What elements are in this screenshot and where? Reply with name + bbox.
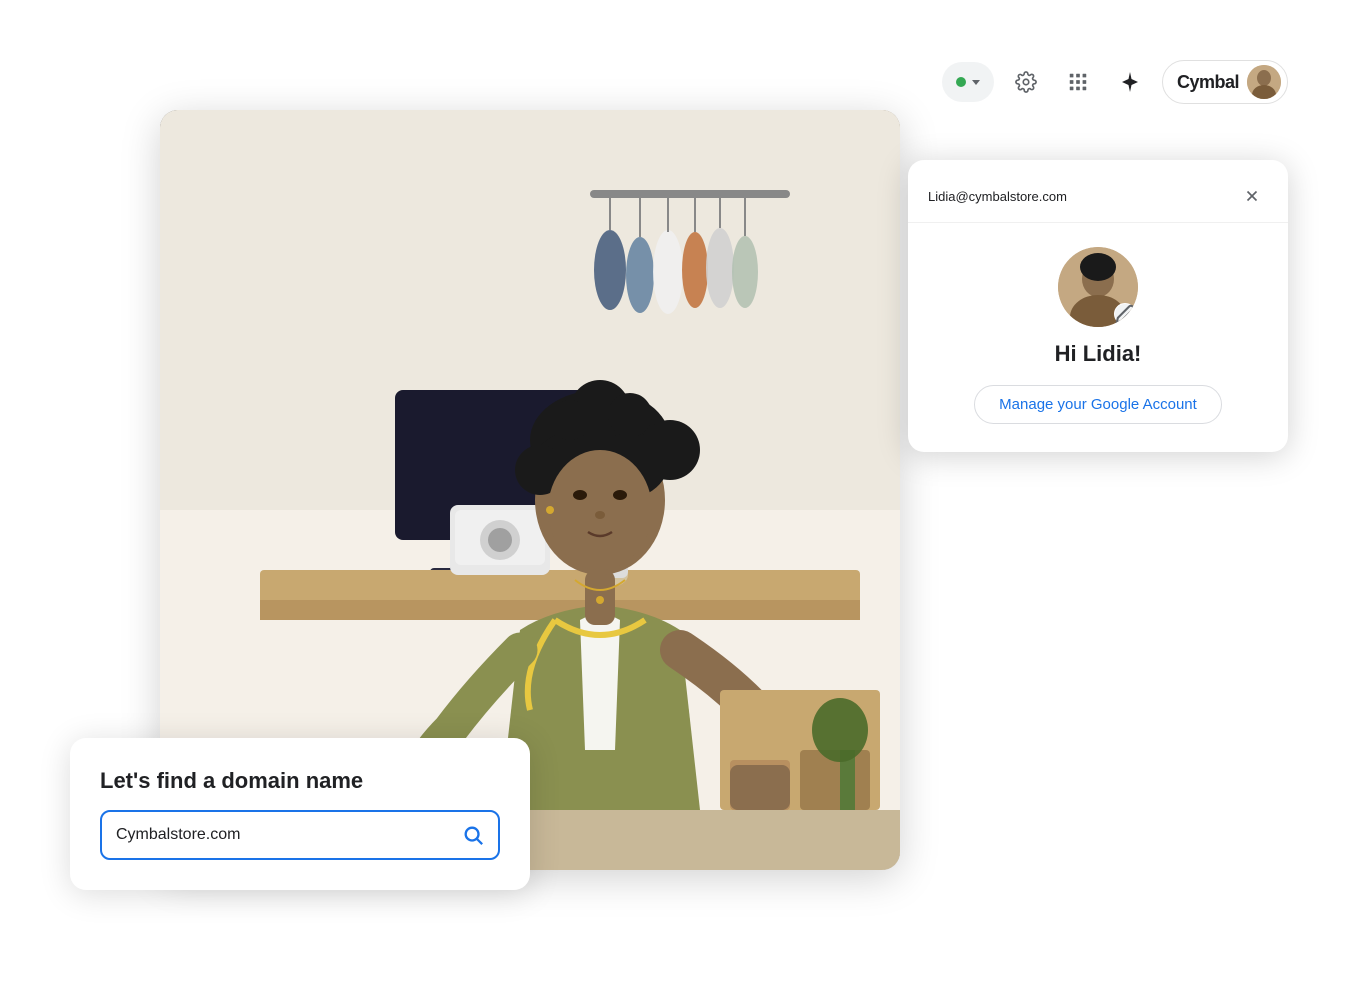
- account-popup: Lidia@cymbalstore.com: [908, 160, 1288, 452]
- settings-button[interactable]: [1006, 62, 1046, 102]
- brand-name: Cymbal: [1177, 72, 1239, 93]
- popup-body: Hi Lidia! Manage your Google Account: [908, 223, 1288, 452]
- domain-search-box: [100, 810, 500, 860]
- popup-header: Lidia@cymbalstore.com: [908, 160, 1288, 223]
- search-icon: [462, 824, 484, 846]
- avatar-edit-button[interactable]: [1114, 303, 1136, 325]
- apps-icon: [1067, 71, 1089, 93]
- domain-search-input[interactable]: [102, 814, 448, 856]
- popup-avatar: [1058, 247, 1138, 327]
- popup-close-button[interactable]: [1236, 180, 1268, 212]
- spark-button[interactable]: [1110, 62, 1150, 102]
- popup-email: Lidia@cymbalstore.com: [928, 189, 1067, 204]
- domain-card-title: Let's find a domain name: [100, 768, 500, 794]
- apps-button[interactable]: [1058, 62, 1098, 102]
- status-dot: [956, 77, 966, 87]
- popup-greeting: Hi Lidia!: [1055, 341, 1142, 367]
- close-icon: [1243, 187, 1261, 205]
- toolbar: Cymbal: [942, 60, 1288, 104]
- gear-icon: [1015, 71, 1037, 93]
- brand-button[interactable]: Cymbal: [1162, 60, 1288, 104]
- domain-search-button[interactable]: [448, 812, 498, 858]
- chevron-down-icon: [972, 80, 980, 85]
- manage-account-button[interactable]: Manage your Google Account: [974, 385, 1222, 424]
- brand-avatar: [1247, 65, 1281, 99]
- domain-search-card: Let's find a domain name: [70, 738, 530, 890]
- spark-icon: [1118, 70, 1142, 94]
- status-button[interactable]: [942, 62, 994, 102]
